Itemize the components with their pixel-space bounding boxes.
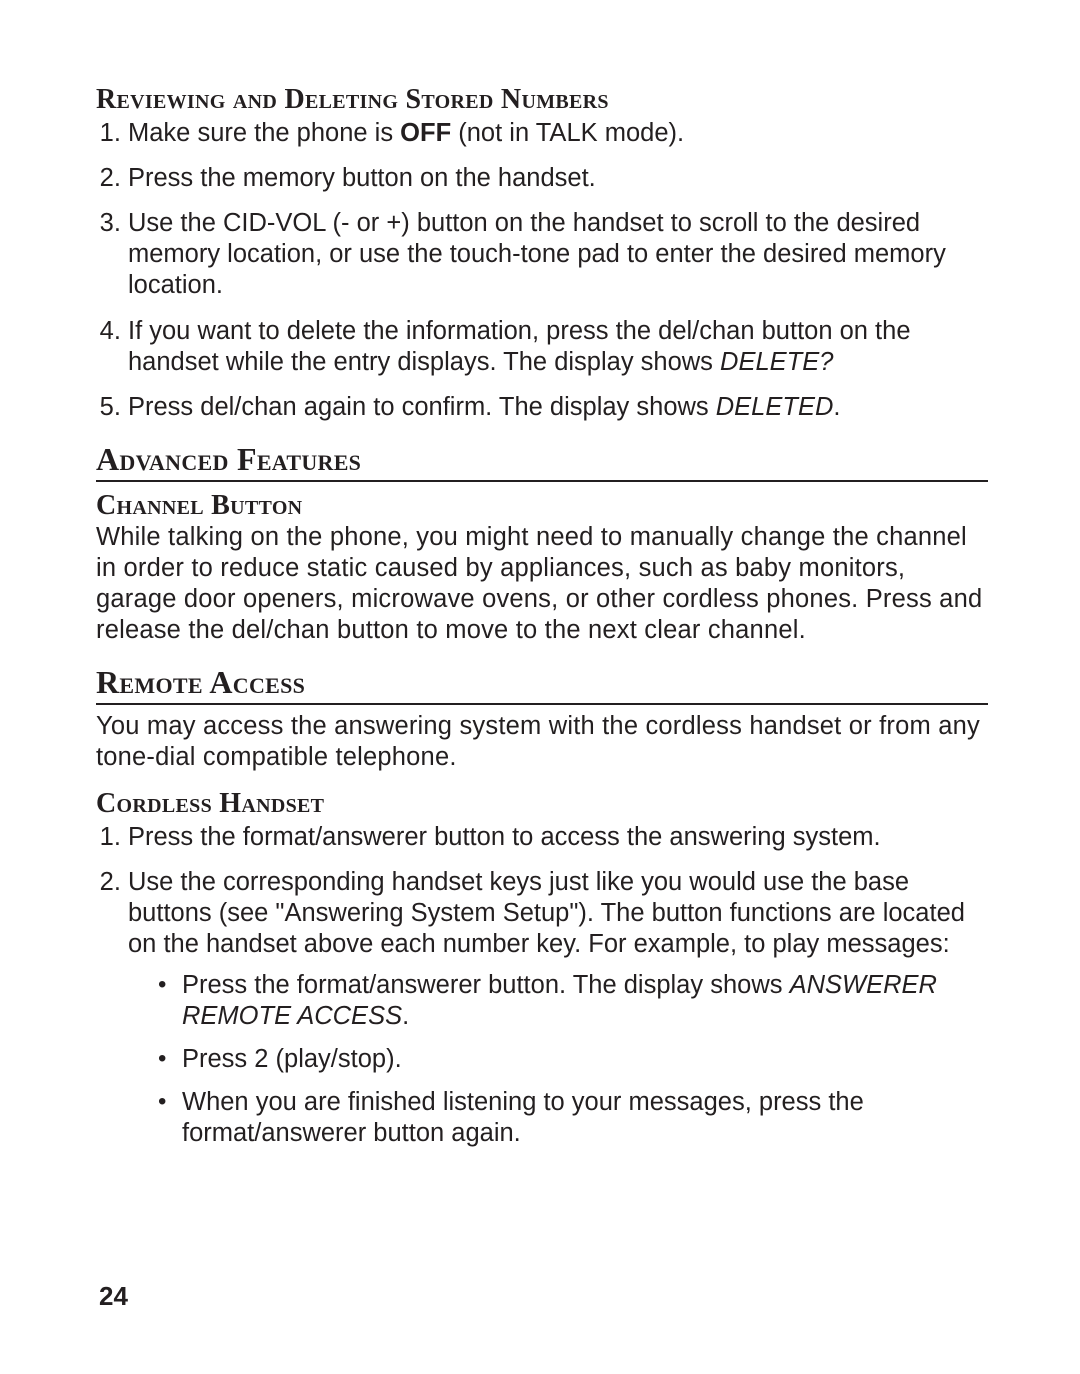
reviewing-step-4: If you want to delete the information, p… bbox=[128, 316, 988, 378]
heading-channel-button: Channel Button bbox=[96, 490, 988, 522]
reviewing-step-5: Press del/chan again to confirm. The dis… bbox=[128, 392, 988, 423]
heading-cordless-handset: Cordless Handset bbox=[96, 788, 988, 820]
cordless-bullet-1: Press the format/answerer button. The di… bbox=[158, 970, 988, 1032]
cordless-bullet-2: Press 2 (play/stop). bbox=[158, 1044, 988, 1075]
italic-word: DELETED bbox=[716, 393, 834, 421]
reviewing-steps: Make sure the phone is OFF (not in TALK … bbox=[96, 118, 988, 423]
remote-access-intro: You may access the answering system with… bbox=[96, 711, 988, 773]
italic-word: DELETE? bbox=[720, 348, 833, 376]
section-advanced-features: Advanced Features bbox=[96, 441, 988, 482]
text: . bbox=[833, 393, 840, 421]
text: Press del/chan again to confirm. The dis… bbox=[128, 393, 716, 421]
cordless-steps: Press the format/answerer button to acce… bbox=[96, 822, 988, 1150]
cordless-bullets: Press the format/answerer button. The di… bbox=[128, 970, 988, 1150]
section-remote-access: Remote Access bbox=[96, 664, 988, 705]
reviewing-step-2: Press the memory button on the handset. bbox=[128, 163, 988, 194]
bold-word: OFF bbox=[400, 119, 451, 147]
text: Make sure the phone is bbox=[128, 119, 400, 147]
cordless-step-2: Use the corresponding handset keys just … bbox=[128, 867, 988, 1150]
page-number: 24 bbox=[99, 1281, 128, 1312]
cordless-step-1: Press the format/answerer button to acce… bbox=[128, 822, 988, 853]
text: Press the format/answerer button. The di… bbox=[182, 971, 790, 999]
reviewing-step-1: Make sure the phone is OFF (not in TALK … bbox=[128, 118, 988, 149]
reviewing-step-3: Use the CID-VOL (- or +) button on the h… bbox=[128, 208, 988, 301]
text: (not in TALK mode). bbox=[451, 119, 684, 147]
text: . bbox=[402, 1002, 409, 1030]
heading-reviewing: Reviewing and Deleting Stored Numbers bbox=[96, 84, 988, 116]
cordless-bullet-3: When you are finished listening to your … bbox=[158, 1087, 988, 1149]
text: Use the corresponding handset keys just … bbox=[128, 868, 965, 958]
channel-button-body: While talking on the phone, you might ne… bbox=[96, 522, 988, 646]
